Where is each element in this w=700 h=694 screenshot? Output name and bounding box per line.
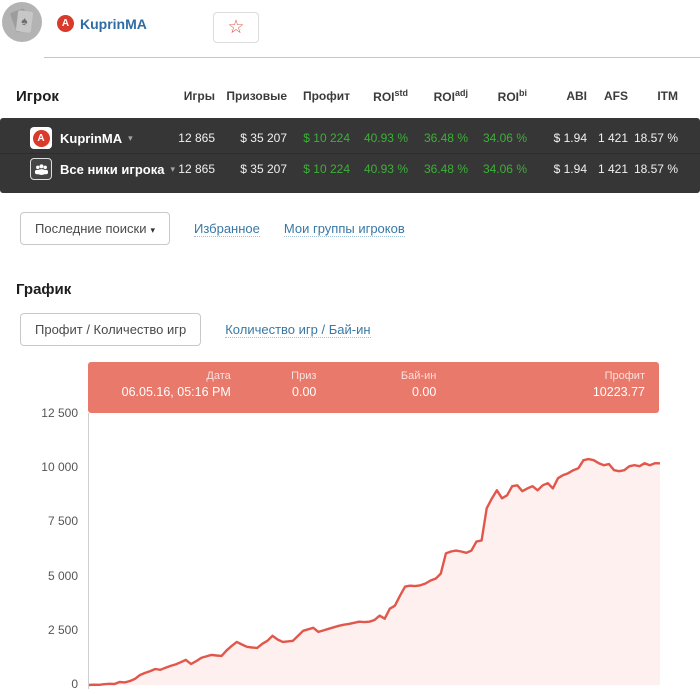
row-player-name[interactable]: Все ники игрока — [60, 162, 164, 177]
my-player-groups-link[interactable]: Мои группы игроков — [284, 221, 405, 237]
tooltip-prize: Приз 0.00 — [231, 362, 317, 413]
star-icon: ☆ — [227, 17, 244, 38]
actions-row: Последние поиски ▾ Избранное Мои группы и… — [20, 212, 700, 245]
cell-profit: $ 10 224 — [287, 162, 350, 176]
chevron-down-icon[interactable]: ▾ — [128, 133, 133, 144]
stats-table: Игрок Игры Призовые Профит ROIstd ROIadj… — [0, 82, 700, 193]
col-header-afs: AFS — [587, 89, 628, 103]
col-header-player: Игрок — [16, 88, 158, 105]
cell-roi-adj: 36.48 % — [408, 131, 468, 145]
table-row-all-nicks[interactable]: Все ники игрока ▾ 12 865 $ 35 207 $ 10 2… — [0, 153, 700, 184]
stats-dark-block: A KuprinMA ▾ 12 865 $ 35 207 $ 10 224 40… — [0, 118, 700, 193]
tooltip-profit: Профит 10223.77 — [436, 362, 659, 413]
chart-area-fill — [89, 459, 660, 685]
plot-area[interactable] — [88, 413, 660, 689]
y-axis-tick-label: 2 500 — [0, 623, 78, 637]
brand-a-icon: A — [57, 15, 74, 32]
tooltip-date-value: 06.05.16, 05:16 PM — [88, 385, 231, 399]
col-header-profit: Профит — [287, 89, 350, 103]
chart-section-title: График — [16, 281, 700, 298]
col-header-itm: ITM — [628, 89, 678, 103]
tooltip-date-label: Дата — [88, 370, 231, 382]
cell-afs: 1 421 — [587, 162, 628, 176]
spade-card-icon: ♠ — [16, 10, 33, 33]
chart-tabs: Профит / Количество игр Количество игр /… — [20, 313, 700, 346]
tooltip-buyin-value: 0.00 — [316, 385, 436, 399]
tooltip-prize-label: Приз — [231, 370, 317, 382]
col-header-roi-bi: ROIbi — [468, 88, 527, 104]
cell-prizes: $ 35 207 — [215, 131, 287, 145]
cell-roi-bi: 34.06 % — [468, 162, 527, 176]
tooltip-profit-value: 10223.77 — [436, 385, 645, 399]
y-axis-tick-label: 7 500 — [0, 514, 78, 528]
cell-afs: 1 421 — [587, 131, 628, 145]
recent-searches-label: Последние поиски — [35, 221, 146, 236]
recent-searches-button[interactable]: Последние поиски ▾ — [20, 212, 170, 245]
header-divider — [44, 57, 700, 58]
tab-games-buyin[interactable]: Количество игр / Бай-ин — [225, 322, 370, 338]
table-row-player[interactable]: A KuprinMA ▾ 12 865 $ 35 207 $ 10 224 40… — [0, 123, 700, 153]
cell-roi-std: 40.93 % — [350, 131, 408, 145]
avatar: ♠ — [2, 2, 42, 42]
row-player-name[interactable]: KuprinMA — [60, 131, 122, 146]
profit-chart: Дата 06.05.16, 05:16 PM Приз 0.00 Бай-ин… — [0, 362, 700, 694]
header: ♠ A KuprinMA ☆ — [0, 0, 700, 58]
col-header-games: Игры — [158, 89, 215, 103]
tooltip-profit-label: Профит — [436, 370, 645, 382]
cell-roi-bi: 34.06 % — [468, 131, 527, 145]
cell-roi-std: 40.93 % — [350, 162, 408, 176]
tooltip-date: Дата 06.05.16, 05:16 PM — [88, 362, 231, 413]
chart-tooltip: Дата 06.05.16, 05:16 PM Приз 0.00 Бай-ин… — [88, 362, 659, 413]
cell-itm: 18.57 % — [628, 131, 678, 145]
cell-itm: 18.57 % — [628, 162, 678, 176]
chevron-down-icon: ▾ — [150, 225, 155, 235]
favorites-link[interactable]: Избранное — [194, 221, 260, 237]
col-header-prizes: Призовые — [215, 89, 287, 103]
favorite-star-button[interactable]: ☆ — [213, 12, 259, 43]
player-a-icon: A — [30, 127, 52, 149]
y-axis-tick-label: 10 000 — [0, 460, 78, 474]
tooltip-prize-value: 0.00 — [231, 385, 317, 399]
col-header-abi: ABI — [527, 89, 587, 103]
cell-games: 12 865 — [158, 162, 215, 176]
y-axis-tick-label: 12 500 — [0, 406, 78, 420]
tooltip-buyin: Бай-ин 0.00 — [316, 362, 436, 413]
player-name-link[interactable]: KuprinMA — [80, 16, 147, 32]
cell-abi: $ 1.94 — [527, 131, 587, 145]
cell-roi-adj: 36.48 % — [408, 162, 468, 176]
cell-prizes: $ 35 207 — [215, 162, 287, 176]
col-header-roi-std: ROIstd — [350, 88, 408, 104]
y-axis-tick-label: 0 — [0, 677, 78, 691]
cell-games: 12 865 — [158, 131, 215, 145]
players-group-icon — [30, 158, 52, 180]
tab-profit-games[interactable]: Профит / Количество игр — [20, 313, 201, 346]
profit-line-chart — [89, 413, 660, 689]
stats-table-header: Игрок Игры Призовые Профит ROIstd ROIadj… — [0, 82, 700, 110]
y-axis-tick-label: 5 000 — [0, 569, 78, 583]
col-header-roi-adj: ROIadj — [408, 88, 468, 104]
tooltip-buyin-label: Бай-ин — [316, 370, 436, 382]
cell-abi: $ 1.94 — [527, 162, 587, 176]
cell-profit: $ 10 224 — [287, 131, 350, 145]
